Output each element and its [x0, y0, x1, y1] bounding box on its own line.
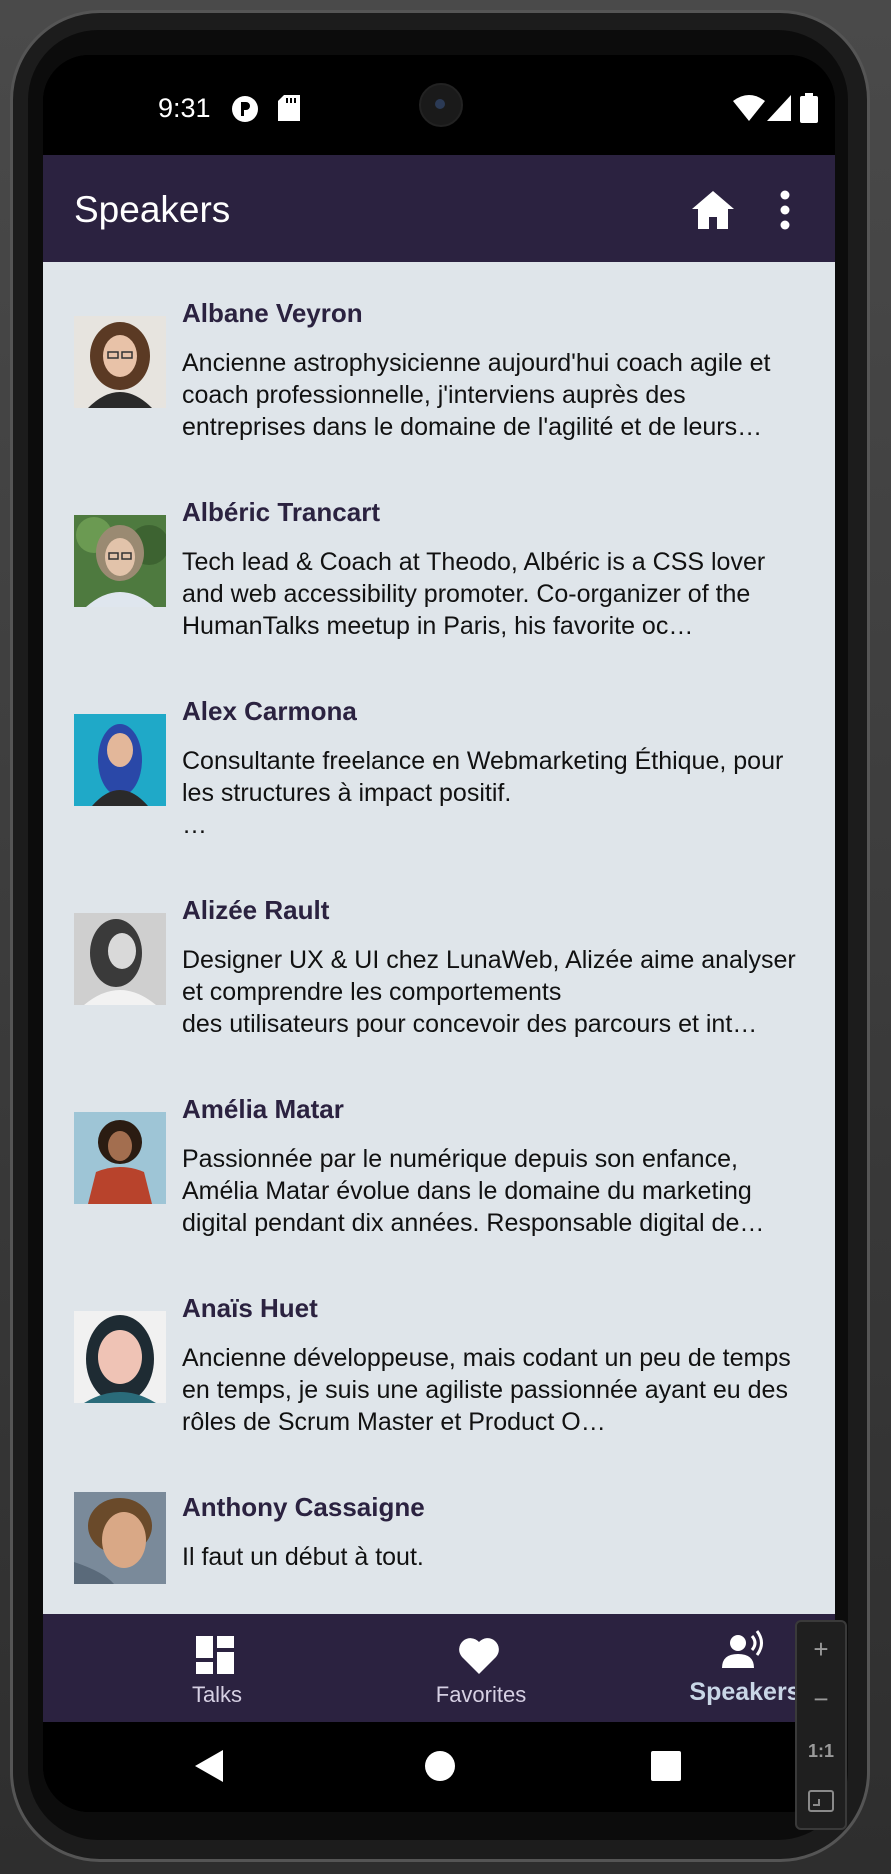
phone-screen: 9:31 Speakers Albane Veyron Ancienne ast…	[43, 55, 835, 1812]
avatar	[74, 316, 166, 408]
nav-label-talks: Talks	[191, 1682, 243, 1707]
zoom-one-to-one-button[interactable]: 1:1	[797, 1726, 845, 1776]
speaker-name: Anaïs Huet	[182, 1293, 318, 1323]
avatar	[74, 515, 166, 607]
list-item-alizee-rault[interactable]: Alizée Rault Designer UX & UI chez LunaW…	[43, 859, 835, 1058]
signal-icon	[767, 95, 791, 121]
speaker-list[interactable]: Albane Veyron Ancienne astrophysicienne …	[43, 262, 835, 1614]
speaker-name: Amélia Matar	[182, 1094, 344, 1124]
avatar	[74, 913, 166, 1005]
speaker-bio: Consultante freelance en Webmarketing Ét…	[182, 747, 784, 839]
sd-card-icon	[278, 95, 300, 121]
speaker-name: Anthony Cassaigne	[182, 1492, 425, 1522]
dashboard-icon	[196, 1636, 234, 1674]
zoom-controls: + − 1:1	[795, 1620, 847, 1830]
nav-label-favorites: Favorites	[435, 1682, 527, 1707]
system-navigation-bar	[43, 1722, 835, 1812]
speaker-bio: Ancienne astrophysicienne aujourd'hui co…	[182, 349, 771, 441]
speaker-bio: Designer UX & UI chez LunaWeb, Alizée ai…	[182, 946, 796, 1038]
list-item-amelia-matar[interactable]: Amélia Matar Passionnée par le numérique…	[43, 1058, 835, 1257]
wifi-icon	[733, 95, 765, 121]
speaker-name: Alizée Rault	[182, 895, 330, 925]
fit-screen-icon[interactable]	[797, 1776, 845, 1826]
speaker-bio: Passionnée par le numérique depuis son e…	[182, 1145, 765, 1237]
speaker-name: Albane Veyron	[182, 298, 363, 328]
avatar	[74, 1492, 166, 1584]
speaker-bio: Tech lead & Coach at Theodo, Albéric is …	[182, 548, 766, 640]
avatar	[74, 1112, 166, 1204]
list-item-alex-carmona[interactable]: Alex Carmona Consultante freelance en We…	[43, 660, 835, 859]
front-camera	[419, 83, 463, 127]
speaker-bio: Ancienne développeuse, mais codant un pe…	[182, 1344, 791, 1436]
avatar	[74, 1311, 166, 1403]
avatar	[74, 714, 166, 806]
zoom-in-button[interactable]: +	[797, 1624, 845, 1674]
page-title: Speakers	[74, 189, 231, 230]
recents-icon[interactable]	[646, 1746, 686, 1786]
home-icon[interactable]	[690, 187, 736, 233]
speaker-name: Alex Carmona	[182, 696, 357, 726]
status-time: 9:31	[158, 93, 211, 123]
device: 9:31 Speakers Albane Veyron Ancienne ast…	[0, 0, 891, 1874]
battery-icon	[800, 93, 818, 123]
nav-tab-favorites[interactable]: Favorites	[361, 1614, 601, 1722]
app-bar: Speakers	[43, 155, 835, 262]
list-item-albane-veyron[interactable]: Albane Veyron Ancienne astrophysicienne …	[43, 262, 835, 461]
speaker-bio: Il faut un début à tout.	[182, 1543, 424, 1571]
record-voice-icon	[722, 1630, 763, 1668]
notification-p-icon	[232, 96, 258, 122]
more-vert-icon[interactable]	[770, 187, 800, 233]
list-item-anais-huet[interactable]: Anaïs Huet Ancienne développeuse, mais c…	[43, 1257, 835, 1456]
list-item-anthony-cassaigne[interactable]: Anthony Cassaigne Il faut un début à tou…	[43, 1456, 835, 1614]
back-icon[interactable]	[191, 1746, 231, 1786]
zoom-out-button[interactable]: −	[797, 1674, 845, 1724]
nav-tab-talks[interactable]: Talks	[97, 1614, 337, 1722]
bottom-navigation: Talks Favorites Speakers	[43, 1614, 835, 1722]
speaker-name: Albéric Trancart	[182, 497, 380, 527]
status-bar: 9:31	[43, 55, 835, 155]
heart-icon	[459, 1638, 499, 1674]
home-circle-icon[interactable]	[420, 1746, 460, 1786]
list-item-alberic-trancart[interactable]: Albéric Trancart Tech lead & Coach at Th…	[43, 461, 835, 660]
